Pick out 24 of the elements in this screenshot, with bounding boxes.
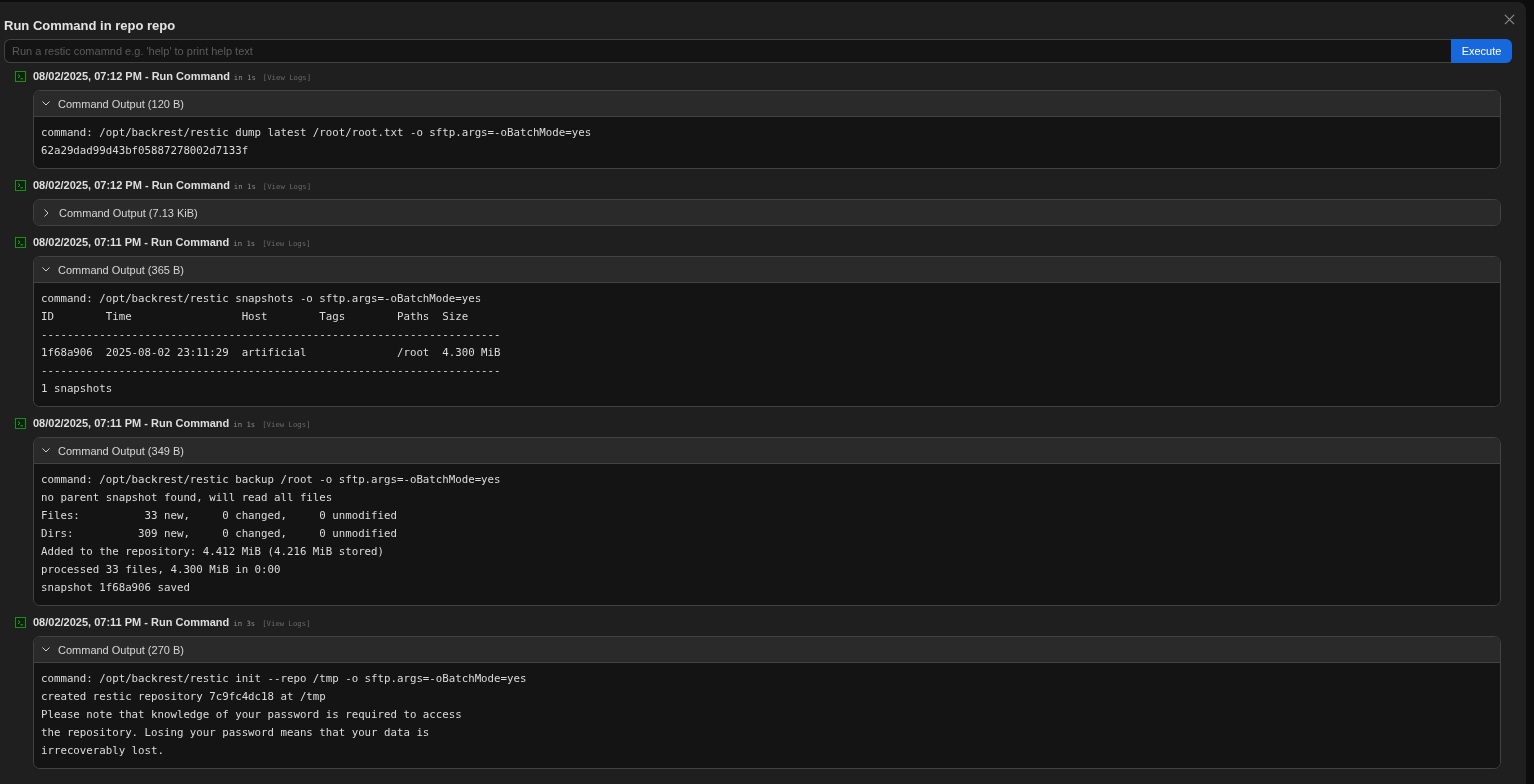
collapse-header[interactable]: Command Output (270 B)	[34, 637, 1500, 663]
operation-title: 08/02/2025, 07:11 PM - Run Command	[33, 236, 230, 248]
operation-title: 08/02/2025, 07:11 PM - Run Command	[33, 616, 230, 628]
execute-button[interactable]: Execute	[1451, 39, 1512, 63]
terminal-icon	[15, 70, 26, 82]
terminal-icon	[15, 236, 26, 248]
close-icon[interactable]	[1504, 14, 1515, 25]
operation-title: 08/02/2025, 07:12 PM - Run Command	[33, 70, 230, 82]
chevron-down-icon	[42, 267, 50, 272]
dialog-title: Run Command in repo repo	[4, 18, 176, 33]
chevron-down-icon	[42, 101, 50, 106]
chevron-right-icon	[44, 208, 49, 217]
chevron-down-icon	[42, 448, 50, 453]
collapse-header[interactable]: Command Output (7.13 KiB)	[34, 200, 1500, 225]
collapse-header[interactable]: Command Output (120 B)	[34, 91, 1500, 117]
operation-title: 08/02/2025, 07:11 PM - Run Command	[33, 417, 230, 429]
chevron-down-icon	[42, 647, 50, 652]
terminal-icon	[15, 616, 26, 628]
command-input[interactable]: Run a restic comamnd e.g. 'help' to print help text	[4, 39, 1451, 63]
collapse-header[interactable]: Command Output (349 B)	[34, 438, 1500, 464]
operation-title: 08/02/2025, 07:12 PM - Run Command	[33, 179, 230, 191]
terminal-icon	[15, 179, 26, 191]
terminal-icon	[15, 417, 26, 429]
collapse-header[interactable]: Command Output (365 B)	[34, 257, 1500, 283]
